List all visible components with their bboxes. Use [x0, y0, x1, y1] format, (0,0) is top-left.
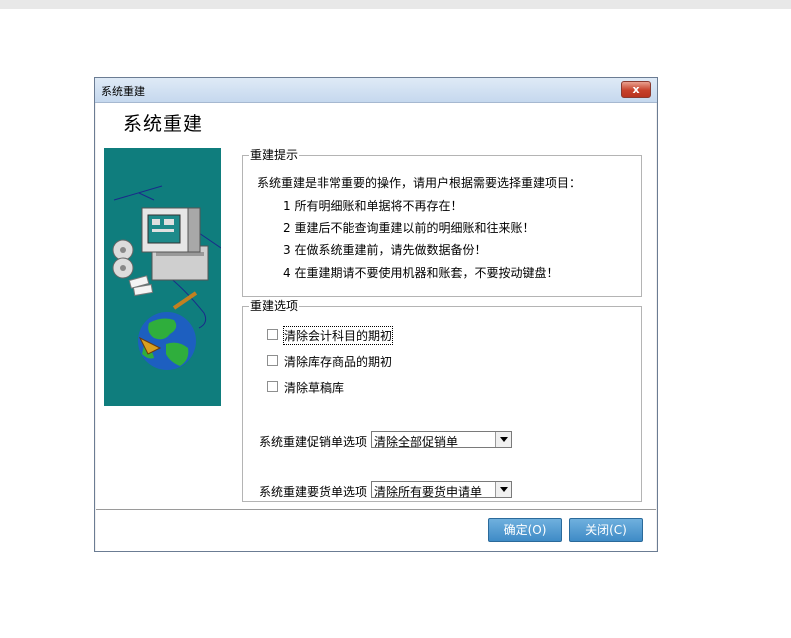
dialog-footer: 确定(O) 关闭(C) — [96, 509, 656, 552]
rebuild-dialog: 系统重建 x 系统重建 重建提示 系统重建是非常重要的操作，请用户根据需要选择重… — [94, 77, 658, 552]
tip-item: 3 在做系统重建前，请先做数据备份！ — [283, 243, 487, 257]
clear-inventory-opening-checkbox[interactable] — [267, 355, 278, 366]
title-bar: 系统重建 x — [95, 78, 657, 103]
tip-item: 2 重建后不能查询重建以前的明细账和往来账！ — [283, 221, 535, 235]
computer-illustration — [104, 148, 221, 406]
chevron-down-icon[interactable] — [495, 482, 511, 497]
dialog-body: 系统重建 重建提示 系统重建是非常重要的操作，请用户根据需要选择重建项目： 1 … — [96, 103, 656, 551]
clear-drafts-label[interactable]: 清除草稿库 — [284, 379, 344, 396]
promo-option-value: 清除全部促销单 — [374, 435, 459, 449]
clear-drafts-checkbox[interactable] — [267, 381, 278, 392]
clear-inventory-opening-label[interactable]: 清除库存商品的期初 — [284, 353, 392, 370]
window-title: 系统重建 — [101, 85, 145, 98]
ok-button[interactable]: 确定(O) — [488, 518, 562, 542]
promo-option-label: 系统重建促销单选项 — [259, 435, 368, 449]
order-option-value: 清除所有要货申请单 — [374, 485, 483, 499]
chevron-down-icon[interactable] — [495, 432, 511, 447]
page-title: 系统重建 — [123, 113, 204, 135]
rebuild-tips-group: 重建提示 系统重建是非常重要的操作，请用户根据需要选择重建项目： 1 所有明细账… — [242, 149, 642, 297]
order-option-label: 系统重建要货单选项 — [259, 485, 368, 499]
order-option-select[interactable]: 清除所有要货申请单 — [371, 481, 512, 499]
options-legend: 重建选项 — [250, 299, 299, 313]
tip-item: 1 所有明细账和单据将不再存在！ — [283, 199, 463, 213]
clear-account-opening-label[interactable]: 清除会计科目的期初 — [282, 326, 394, 345]
tip-item: 4 在重建期请不要使用机器和账套，不要按动键盘！ — [283, 266, 559, 280]
top-bar — [0, 0, 791, 9]
close-window-button[interactable]: x — [621, 81, 651, 98]
tips-intro: 系统重建是非常重要的操作，请用户根据需要选择重建项目： — [257, 176, 582, 190]
close-button[interactable]: 关闭(C) — [569, 518, 643, 542]
clear-account-opening-checkbox[interactable] — [267, 329, 278, 340]
tips-legend: 重建提示 — [250, 148, 299, 162]
promo-option-select[interactable]: 清除全部促销单 — [371, 431, 512, 449]
rebuild-options-group: 重建选项 清除会计科目的期初 清除库存商品的期初 清除草稿库 系统重建促销单选项… — [242, 300, 642, 502]
